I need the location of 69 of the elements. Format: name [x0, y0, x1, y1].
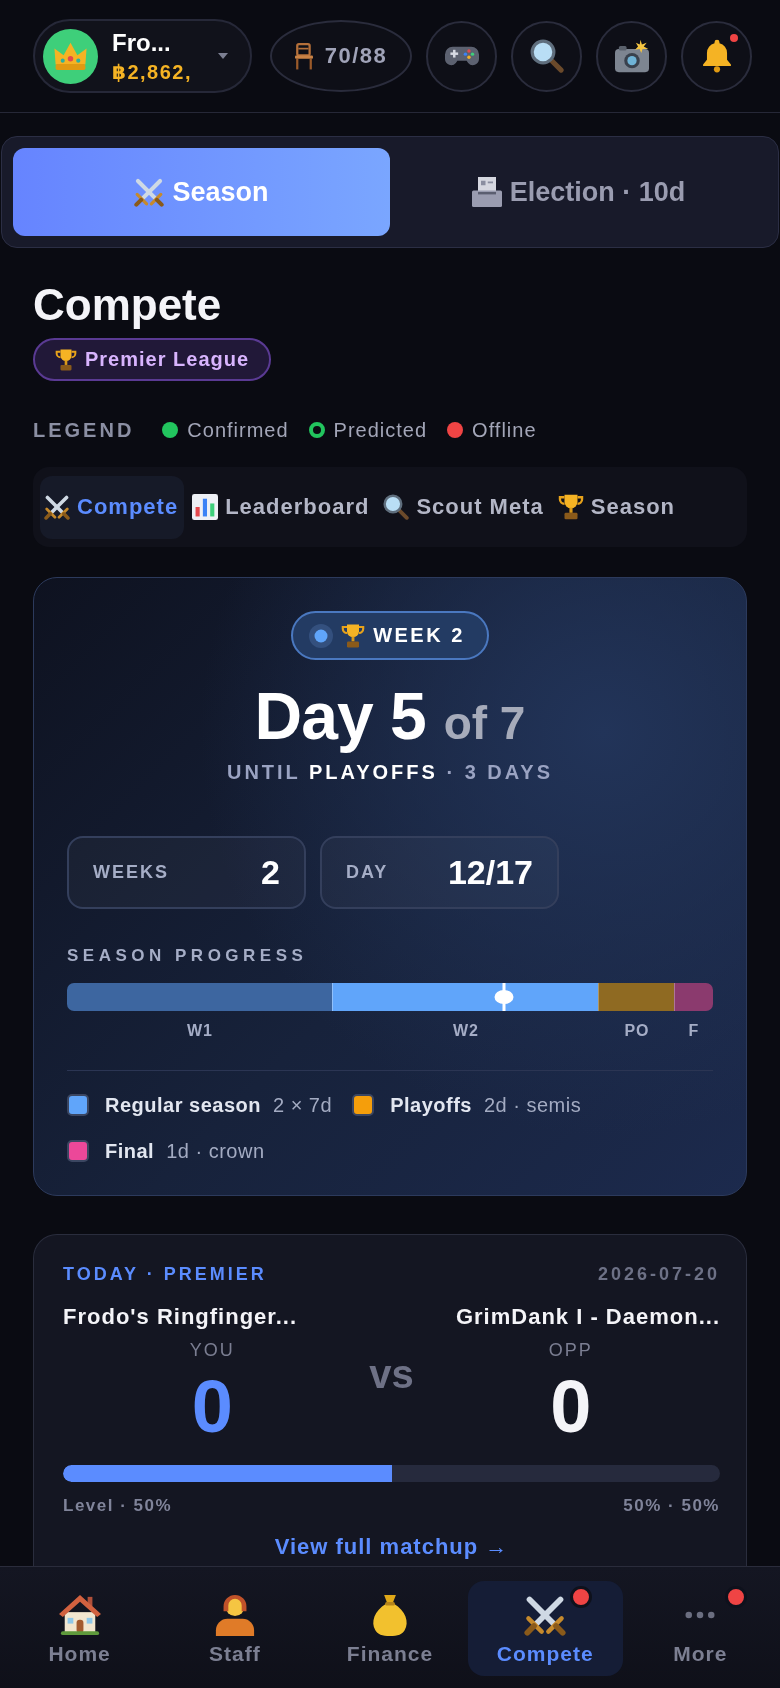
legend-label: Offline	[472, 418, 537, 442]
nav-tab[interactable]: Staff	[157, 1581, 313, 1676]
more-icon	[685, 1610, 716, 1619]
team-role: YOU	[189, 1339, 235, 1361]
crossed-swords-icon	[134, 177, 165, 207]
crossed-swords-icon	[524, 1593, 567, 1636]
nav-tab[interactable]: Home	[2, 1581, 158, 1676]
view-matchup-link[interactable]: View full matchup →	[274, 1534, 509, 1560]
segment-label: W1	[187, 1021, 213, 1041]
caret-down-icon	[218, 53, 228, 59]
person-icon	[213, 1593, 256, 1636]
profile-button[interactable]: Fro... ฿2,862,	[33, 19, 252, 93]
chair-icon	[294, 42, 313, 70]
segment-label: F	[688, 1021, 700, 1041]
nav-tab[interactable]: Compete	[467, 1581, 623, 1676]
segment-label: W2	[453, 1021, 479, 1041]
progress-caption: Level · 50%	[63, 1495, 173, 1517]
progress-title: SEASON PROGRESS	[67, 946, 308, 966]
mode-tab[interactable]: Election · 10d	[390, 148, 767, 236]
day-total: of 7	[443, 696, 526, 751]
countdown-text: UNTIL PLAYOFFS · 3 DAYS	[226, 760, 554, 784]
coin-balance: ฿2,862,	[112, 59, 193, 84]
nav-tab[interactable]: Finance	[312, 1581, 468, 1676]
search-icon	[529, 39, 564, 73]
trophy-icon	[557, 494, 584, 520]
section-tab[interactable]: Compete	[40, 475, 185, 539]
match-date: 2026-07-20	[597, 1263, 720, 1285]
team-score: 0	[550, 1369, 592, 1445]
phase-name: Playoffs	[390, 1093, 472, 1117]
legend-label: Confirmed	[187, 418, 289, 442]
phase-detail: 2d · semis	[483, 1093, 582, 1117]
phase-name: Regular season	[105, 1093, 261, 1117]
team-name: Frodo's Ringfinger...	[63, 1303, 297, 1331]
team-role: OPP	[548, 1339, 593, 1361]
matchup-league: TODAY · PREMIER	[63, 1263, 267, 1285]
phase-name: Final	[105, 1139, 155, 1163]
crown-avatar-icon	[43, 28, 98, 84]
legend-title: LEGEND	[33, 418, 135, 442]
progress-caption: 50% · 50%	[623, 1495, 720, 1517]
crossed-swords-icon	[44, 494, 70, 520]
versus-label: vs	[369, 1351, 414, 1397]
week-label: WEEK 2	[373, 624, 465, 647]
stat-label: WEEKS	[93, 862, 169, 883]
section-tab[interactable]: Leaderboard	[188, 475, 376, 539]
search-icon	[383, 494, 410, 520]
section-tab[interactable]: Scout Meta	[379, 475, 550, 539]
stat-value: 2	[261, 853, 280, 892]
section-tab[interactable]: Season	[553, 475, 681, 539]
stat-label: DAY	[346, 862, 389, 883]
league-name: Premier League	[85, 348, 250, 371]
team-score: 0	[191, 1369, 233, 1445]
profile-name: Fro...	[112, 28, 171, 57]
nav-tab[interactable]: More	[622, 1581, 778, 1676]
seat-count-button[interactable]: 70/88	[270, 20, 412, 92]
segment-label: PO	[624, 1021, 650, 1041]
trophy-icon	[55, 348, 77, 371]
team-name: GrimDank I - Daemon...	[455, 1303, 720, 1331]
page-title: Compete	[33, 279, 222, 331]
dot-icon	[309, 623, 334, 648]
trophy-icon	[341, 623, 366, 648]
legend-label: Predicted	[333, 418, 428, 442]
house-icon	[58, 1593, 101, 1636]
camera-icon	[614, 39, 649, 73]
day-number: Day 5	[254, 680, 426, 752]
phase-detail: 2 × 7d	[272, 1093, 333, 1117]
bar-chart-icon	[192, 494, 219, 520]
phase-detail: 1d · crown	[166, 1139, 265, 1163]
ballot-box-icon	[471, 177, 502, 207]
stat-value: 12/17	[447, 853, 533, 892]
